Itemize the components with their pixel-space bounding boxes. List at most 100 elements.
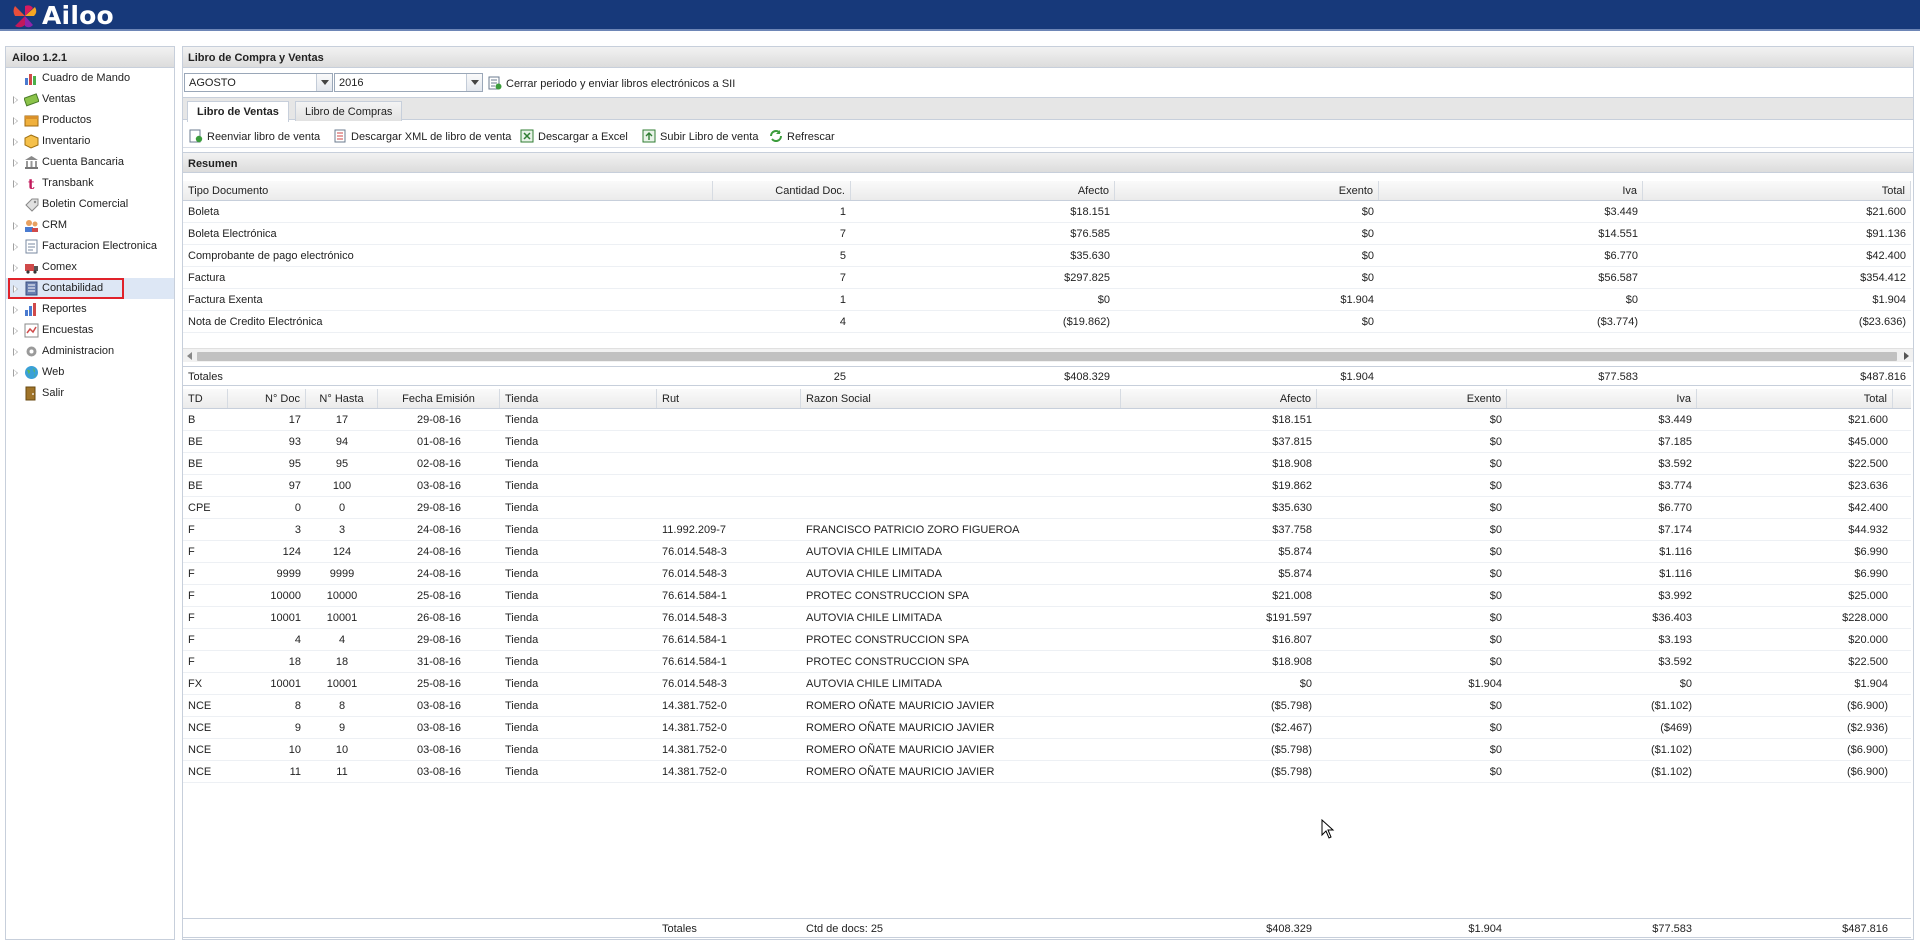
table-row[interactable]: NCE 8 8 03-08-16 Tienda 14.381.752-0 ROMERO OÑ… — [183, 695, 1911, 717]
column-header[interactable]: Total — [1643, 181, 1911, 200]
table-cell: 95 — [288, 458, 301, 470]
table-row[interactable]: NCE 10 10 03-08-16 Tienda 14.381.752-0 ROMERO … — [183, 739, 1911, 761]
table-row[interactable]: B 17 17 29-08-16 Tienda $18.151 $0 $3.449 $21.60… — [183, 409, 1911, 431]
sidebar-item-label: Transbank — [42, 177, 94, 189]
sidebar-item-crm[interactable]: CRM — [6, 215, 174, 236]
close-period-button[interactable]: Cerrar periodo y enviar libros electróni… — [488, 76, 735, 90]
sidebar-item-ventas[interactable]: Ventas — [6, 89, 174, 110]
sidebar-item-encuestas[interactable]: Encuestas — [6, 320, 174, 341]
table-row[interactable]: BE 95 95 02-08-16 Tienda $18.908 $0 $3.592 $22.5… — [183, 453, 1911, 475]
month-select[interactable]: AGOSTO — [184, 73, 333, 92]
table-row[interactable]: BE 97 100 03-08-16 Tienda $19.862 $0 $3.774 $23.… — [183, 475, 1911, 497]
sidebar-item-boletin-comercial[interactable]: Boletin Comercial — [6, 194, 174, 215]
transbank-icon: t — [28, 177, 35, 191]
sidebar-item-administracion[interactable]: Administracion — [6, 341, 174, 362]
table-row[interactable]: F 10001 10001 26-08-16 Tienda 76.014.548-3 AUT… — [183, 607, 1911, 629]
table-cell: $0 — [1679, 678, 1692, 690]
table-cell: 1 — [839, 294, 846, 306]
table-row[interactable]: F 124 124 24-08-16 Tienda 76.014.548-3 AUTOVIA… — [183, 541, 1911, 563]
sidebar-item-comex[interactable]: Comex — [6, 257, 174, 278]
column-header[interactable]: Fecha Emisión — [378, 389, 500, 408]
table-row[interactable]: Boleta Electrónica 7 $76.585 $0 $14.551 $91.1… — [183, 223, 1911, 245]
totals-cell: $487.816 — [1842, 923, 1888, 935]
refresh-button[interactable]: Refrescar — [769, 129, 835, 143]
sidebar-item-contabilidad[interactable]: Contabilidad — [6, 278, 174, 299]
column-header[interactable]: Exento — [1115, 181, 1379, 200]
tab-libro-ventas[interactable]: Libro de Ventas — [187, 101, 289, 122]
scrollbar-thumb[interactable] — [197, 352, 1897, 361]
table-cell: 17 — [288, 414, 301, 426]
table-cell: ($6.900) — [1847, 700, 1888, 712]
column-header[interactable]: Cantidad Doc. — [713, 181, 851, 200]
table-row[interactable]: BE 93 94 01-08-16 Tienda $37.815 $0 $7.185 $45.0… — [183, 431, 1911, 453]
summary-horizontal-scrollbar[interactable] — [183, 348, 1913, 362]
table-row[interactable]: NCE 9 9 03-08-16 Tienda 14.381.752-0 ROMERO OÑ… — [183, 717, 1911, 739]
column-header[interactable]: N° Hasta — [306, 389, 378, 408]
table-cell: Tienda — [505, 458, 539, 470]
sidebar-item-productos[interactable]: Productos — [6, 110, 174, 131]
sidebar-item-inventario[interactable]: Inventario — [6, 131, 174, 152]
table-row[interactable]: F 10000 10000 25-08-16 Tienda 76.614.584-1 PRO… — [183, 585, 1911, 607]
sidebar-item-label: Productos — [42, 114, 92, 126]
table-row[interactable]: F 4 4 29-08-16 Tienda 76.614.584-1 PROTEC CONS… — [183, 629, 1911, 651]
table-row[interactable]: Boleta 1 $18.151 $0 $3.449 $21.600 — [183, 201, 1911, 223]
table-row[interactable]: F 3 3 24-08-16 Tienda 11.992.209-7 FRANCISCO P… — [183, 519, 1911, 541]
chevron-down-icon[interactable] — [316, 74, 332, 91]
close-period-label: Cerrar periodo y enviar libros electróni… — [506, 78, 736, 90]
sidebar-item-transbank[interactable]: t Transbank — [6, 173, 174, 194]
resend-sales-book-button[interactable]: Reenviar libro de venta — [189, 129, 320, 143]
table-cell — [657, 431, 801, 452]
column-header[interactable]: Afecto — [1121, 389, 1317, 408]
sidebar-item-reportes[interactable]: Reportes — [6, 299, 174, 320]
table-row[interactable]: Factura Exenta 1 $0 $1.904 $0 $1.904 — [183, 289, 1911, 311]
column-header[interactable]: Exento — [1317, 389, 1507, 408]
scroll-left-icon[interactable] — [187, 352, 192, 360]
table-cell: 9 — [294, 722, 301, 734]
table-cell: $0 — [1361, 272, 1374, 284]
tab-libro-compras[interactable]: Libro de Compras — [295, 101, 403, 121]
table-row[interactable]: Comprobante de pago electrónico 5 $35.630 $… — [183, 245, 1911, 267]
table-cell: $0 — [1489, 414, 1502, 426]
box-icon — [24, 115, 39, 127]
download-excel-button[interactable]: Descargar a Excel — [520, 129, 628, 143]
table-row[interactable]: F 9999 9999 24-08-16 Tienda 76.014.548-3 AUTOV… — [183, 563, 1911, 585]
table-cell: CPE — [188, 502, 211, 514]
table-row[interactable]: FX 10001 10001 25-08-16 Tienda 76.014.548-3 AU… — [183, 673, 1911, 695]
download-xml-button[interactable]: Descargar XML de libro de venta — [333, 129, 511, 143]
app-logo-text[interactable]: Ailoo — [42, 1, 114, 30]
column-header[interactable]: Razon Social — [801, 389, 1121, 408]
column-header[interactable]: Tipo Documento — [183, 181, 713, 200]
column-header[interactable]: Tienda — [500, 389, 657, 408]
column-header[interactable]: TD — [183, 389, 228, 408]
table-row[interactable]: NCE 11 11 03-08-16 Tienda 14.381.752-0 ROMERO … — [183, 761, 1911, 783]
upload-sales-book-button[interactable]: Subir Libro de venta — [642, 129, 758, 143]
table-row[interactable]: F 18 18 31-08-16 Tienda 76.614.584-1 PROTEC CO… — [183, 651, 1911, 673]
column-header[interactable]: Iva — [1379, 181, 1643, 200]
scroll-right-icon[interactable] — [1904, 352, 1909, 360]
table-cell: F — [188, 612, 195, 624]
table-cell — [801, 497, 1121, 518]
sidebar-item-cuenta-bancaria[interactable]: Cuenta Bancaria — [6, 152, 174, 173]
sidebar-item-facturacion-electronica[interactable]: Facturacion Electronica — [6, 236, 174, 257]
sidebar-item-label: CRM — [42, 219, 68, 231]
column-header[interactable]: N° Doc — [228, 389, 306, 408]
table-cell: ($5.798) — [1271, 744, 1312, 756]
chevron-down-icon[interactable] — [466, 74, 482, 91]
table-cell: ($469) — [1660, 722, 1692, 734]
table-cell: 03-08-16 — [416, 766, 462, 778]
column-header[interactable]: Iva — [1507, 389, 1697, 408]
table-cell: 25-08-16 — [416, 678, 462, 690]
column-header[interactable]: Afecto — [851, 181, 1115, 200]
sidebar-item-web[interactable]: Web — [6, 362, 174, 383]
table-row[interactable]: CPE 0 0 29-08-16 Tienda $35.630 $0 $6.770 $42.40… — [183, 497, 1911, 519]
table-row[interactable]: Factura 7 $297.825 $0 $56.587 $354.412 — [183, 267, 1911, 289]
sidebar-item-salir[interactable]: Salir — [6, 383, 174, 404]
table-row[interactable]: Nota de Credito Electrónica 4 ($19.862) $0 (… — [183, 311, 1911, 333]
table-cell: $91.136 — [1866, 228, 1906, 240]
column-header[interactable]: Rut — [657, 389, 801, 408]
table-cell: $7.174 — [1658, 524, 1692, 536]
sidebar-item-cuadro-de-mando[interactable]: Cuadro de Mando — [6, 68, 174, 89]
year-select[interactable]: 2016 — [334, 73, 483, 92]
column-header[interactable]: Total — [1697, 389, 1893, 408]
gear-icon — [26, 346, 37, 357]
